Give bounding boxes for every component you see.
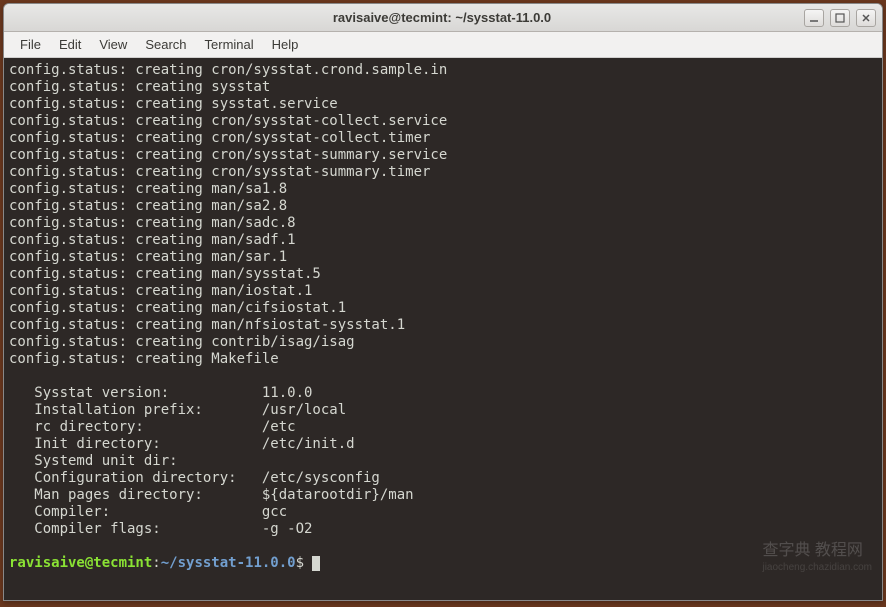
watermark-text: 查字典 教程网: [762, 542, 862, 559]
menu-file[interactable]: File: [12, 35, 49, 54]
prompt-separator: :: [152, 555, 160, 571]
config-status-lines: config.status: creating cron/sysstat.cro…: [9, 62, 447, 367]
menu-terminal[interactable]: Terminal: [197, 35, 262, 54]
prompt-path: ~/sysstat-11.0.0: [161, 555, 296, 571]
prompt-symbol: $: [296, 555, 304, 571]
close-button[interactable]: [856, 9, 876, 27]
cursor: [312, 556, 320, 571]
terminal-output[interactable]: config.status: creating cron/sysstat.cro…: [4, 58, 882, 600]
menu-search[interactable]: Search: [137, 35, 194, 54]
terminal-window: ravisaive@tecmint: ~/sysstat-11.0.0 File…: [3, 3, 883, 601]
watermark: 查字典 教程网jiaocheng.chazidian.com: [762, 542, 872, 576]
menu-view[interactable]: View: [91, 35, 135, 54]
titlebar: ravisaive@tecmint: ~/sysstat-11.0.0: [4, 4, 882, 32]
sysstat-summary: Sysstat version: 11.0.0 Installation pre…: [9, 385, 414, 537]
menu-edit[interactable]: Edit: [51, 35, 89, 54]
menubar: File Edit View Search Terminal Help: [4, 32, 882, 58]
window-title: ravisaive@tecmint: ~/sysstat-11.0.0: [80, 10, 804, 25]
prompt-user-host: ravisaive@tecmint: [9, 555, 152, 571]
window-controls: [804, 9, 876, 27]
maximize-button[interactable]: [830, 9, 850, 27]
minimize-button[interactable]: [804, 9, 824, 27]
watermark-url: jiaocheng.chazidian.com: [762, 559, 872, 576]
menu-help[interactable]: Help: [264, 35, 307, 54]
